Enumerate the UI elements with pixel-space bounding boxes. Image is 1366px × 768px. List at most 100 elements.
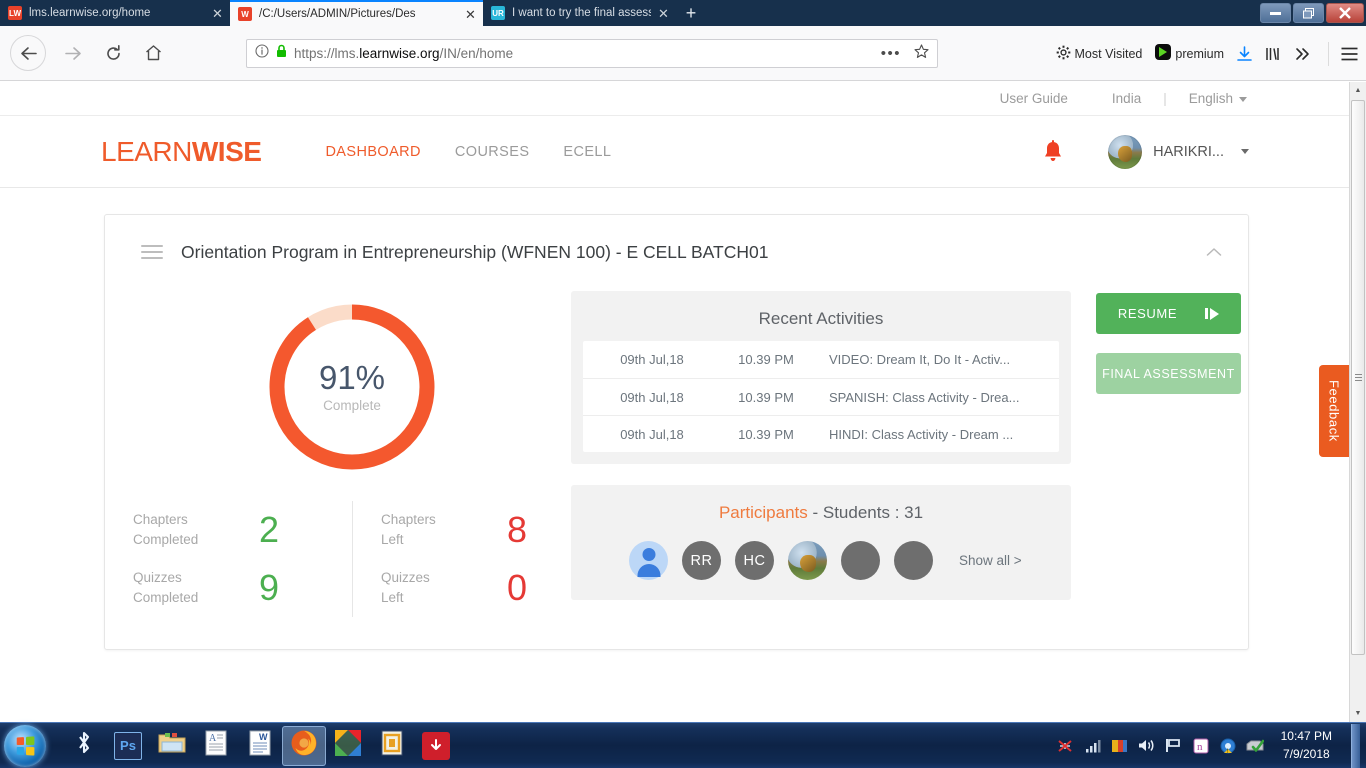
language-selector[interactable]: English xyxy=(1167,91,1269,106)
nav-item-ecell[interactable]: ECELL xyxy=(546,144,628,160)
warning-icon[interactable]: ! xyxy=(1219,737,1237,755)
back-button[interactable] xyxy=(10,35,46,71)
page-scrollbar[interactable]: ▲ ▼ xyxy=(1349,82,1366,722)
stat-chapters-completed: Chapters Completed 2 xyxy=(133,501,352,559)
table-row[interactable]: 09th Jul,18 10.39 PM HINDI: Class Activi… xyxy=(583,415,1059,452)
resume-button[interactable]: RESUME xyxy=(1096,293,1241,334)
user-guide-link[interactable]: User Guide xyxy=(978,91,1090,106)
browser-tab-3[interactable]: UR I want to try the final assessme ✕ xyxy=(483,0,676,26)
stat-chapters-left: Chapters Left 8 xyxy=(352,501,571,559)
overflow-icon[interactable] xyxy=(1295,47,1311,61)
hamburger-icon[interactable] xyxy=(141,241,163,263)
activity-time: 10.39 PM xyxy=(738,426,794,442)
downloads-button[interactable] xyxy=(1237,45,1252,62)
new-tab-button[interactable]: + xyxy=(676,0,706,26)
table-row[interactable]: 09th Jul,18 10.39 PM SPANISH: Class Acti… xyxy=(583,378,1059,415)
avatar[interactable] xyxy=(788,541,827,580)
final-assessment-button[interactable]: FINAL ASSESSMENT xyxy=(1096,353,1241,394)
page-info-icon[interactable] xyxy=(255,44,269,63)
avatar[interactable] xyxy=(841,541,880,580)
avatar[interactable]: RR xyxy=(682,541,721,580)
user-name: HARIKRI... xyxy=(1153,143,1224,160)
svg-text:A: A xyxy=(209,733,217,744)
svg-text:W: W xyxy=(259,732,268,742)
scroll-up-arrow[interactable]: ▲ xyxy=(1350,82,1366,99)
taskbar-item-downloader[interactable] xyxy=(414,726,458,766)
check-icon[interactable] xyxy=(1246,737,1264,755)
taskbar-clock[interactable]: 10:47 PM 7/9/2018 xyxy=(1273,728,1342,763)
flag-icon[interactable] xyxy=(1165,737,1183,755)
browser-tab-2[interactable]: W /C:/Users/ADMIN/Pictures/Des ✕ xyxy=(230,0,483,26)
recent-activities-table: 09th Jul,18 10.39 PM VIDEO: Dream It, Do… xyxy=(583,341,1059,452)
site-header: LEARNWISE DASHBOARD COURSES ECELL HARIKR… xyxy=(0,116,1349,188)
taskbar-item-bluetooth[interactable] xyxy=(62,726,106,766)
stat-value: 9 xyxy=(259,567,280,608)
network-error-icon[interactable] xyxy=(1057,737,1075,755)
signal-icon[interactable] xyxy=(1084,737,1102,755)
close-button[interactable] xyxy=(1326,3,1364,23)
onenote-icon[interactable]: n xyxy=(1192,737,1210,755)
feedback-label: Feedback xyxy=(1326,380,1342,442)
avatar[interactable]: HC xyxy=(735,541,774,580)
notification-bell-icon[interactable] xyxy=(1042,139,1064,164)
page-actions-icon[interactable]: ••• xyxy=(881,46,901,61)
participant-avatars: RR HC Show all > xyxy=(583,535,1059,588)
premium-bookmark[interactable]: premium xyxy=(1155,44,1224,63)
taskbar-item-photoshop[interactable]: Ps xyxy=(106,726,150,766)
avatar[interactable] xyxy=(629,541,668,580)
stat-label: Quizzes Left xyxy=(381,570,430,605)
scrollbar-thumb[interactable] xyxy=(1351,100,1365,655)
premium-label: premium xyxy=(1175,46,1224,61)
taskbar-item-word[interactable]: W xyxy=(238,726,282,766)
dashboard-page: Orientation Program in Entrepreneurship … xyxy=(0,188,1349,722)
tab-close-icon[interactable]: ✕ xyxy=(658,7,670,20)
tab-close-icon[interactable]: ✕ xyxy=(212,7,224,20)
activity-time: 10.39 PM xyxy=(738,389,794,405)
files-icon[interactable] xyxy=(1111,737,1129,755)
taskbar-item-picasa[interactable] xyxy=(326,726,370,766)
tab-close-icon[interactable]: ✕ xyxy=(465,8,477,21)
most-visited-label: Most Visited xyxy=(1074,46,1143,61)
resume-label: RESUME xyxy=(1117,306,1178,321)
tab-title: lms.learnwise.org/home xyxy=(29,7,151,19)
home-button[interactable] xyxy=(136,36,170,70)
learnwise-logo[interactable]: LEARNWISE xyxy=(101,136,262,168)
bookmark-star-icon[interactable] xyxy=(914,43,929,64)
taskbar-item-foxit-reader[interactable] xyxy=(370,726,414,766)
menu-icon[interactable] xyxy=(1328,41,1358,66)
taskbar-item-text-document[interactable]: A xyxy=(194,726,238,766)
show-all-link[interactable]: Show all > xyxy=(959,553,1022,568)
show-desktop-button[interactable] xyxy=(1351,723,1360,768)
participants-title-highlight: Participants xyxy=(718,503,808,522)
actions-column: RESUME FINAL ASSESSMENT xyxy=(1071,291,1241,617)
taskbar-item-firefox[interactable] xyxy=(282,725,326,766)
minimize-button[interactable] xyxy=(1260,3,1291,23)
library-icon[interactable] xyxy=(1265,46,1282,62)
most-visited-bookmark[interactable]: Most Visited xyxy=(1056,45,1143,63)
nav-item-dashboard[interactable]: DASHBOARD xyxy=(308,144,437,160)
header-right: HARIKRI... xyxy=(1042,134,1349,169)
play-icon xyxy=(1205,307,1220,320)
reload-button[interactable] xyxy=(96,36,130,70)
chevron-up-icon[interactable] xyxy=(1206,244,1222,260)
browser-tab-1[interactable]: LW lms.learnwise.org/home ✕ xyxy=(0,0,230,26)
country-selector[interactable]: India xyxy=(1090,91,1163,106)
scroll-down-arrow[interactable]: ▼ xyxy=(1350,705,1366,722)
activity-date: 09th Jul,18 xyxy=(620,389,684,405)
stat-value: 2 xyxy=(259,509,280,550)
maximize-button[interactable] xyxy=(1293,3,1324,23)
feedback-tab[interactable]: Feedback xyxy=(1319,365,1349,457)
stat-label: Chapters Left xyxy=(381,512,436,547)
chevron-down-icon xyxy=(1239,96,1247,102)
nav-item-courses[interactable]: COURSES xyxy=(438,144,547,160)
panels-column: Recent Activities 09th Jul,18 10.39 PM V… xyxy=(571,291,1071,617)
table-row[interactable]: 09th Jul,18 10.39 PM VIDEO: Dream It, Do… xyxy=(583,341,1059,378)
taskbar-item-file-explorer[interactable] xyxy=(150,726,194,766)
user-menu[interactable]: HARIKRI... xyxy=(1108,134,1249,169)
avatar[interactable] xyxy=(894,541,933,580)
start-button[interactable] xyxy=(4,724,46,767)
course-stats: Chapters Completed 2 Chapters Left 8 Quizz… xyxy=(133,501,571,617)
forward-button[interactable] xyxy=(56,36,90,70)
volume-icon[interactable] xyxy=(1138,737,1156,755)
address-bar[interactable]: https://lms.learnwise.org/IN/en/home ••• xyxy=(246,39,938,68)
